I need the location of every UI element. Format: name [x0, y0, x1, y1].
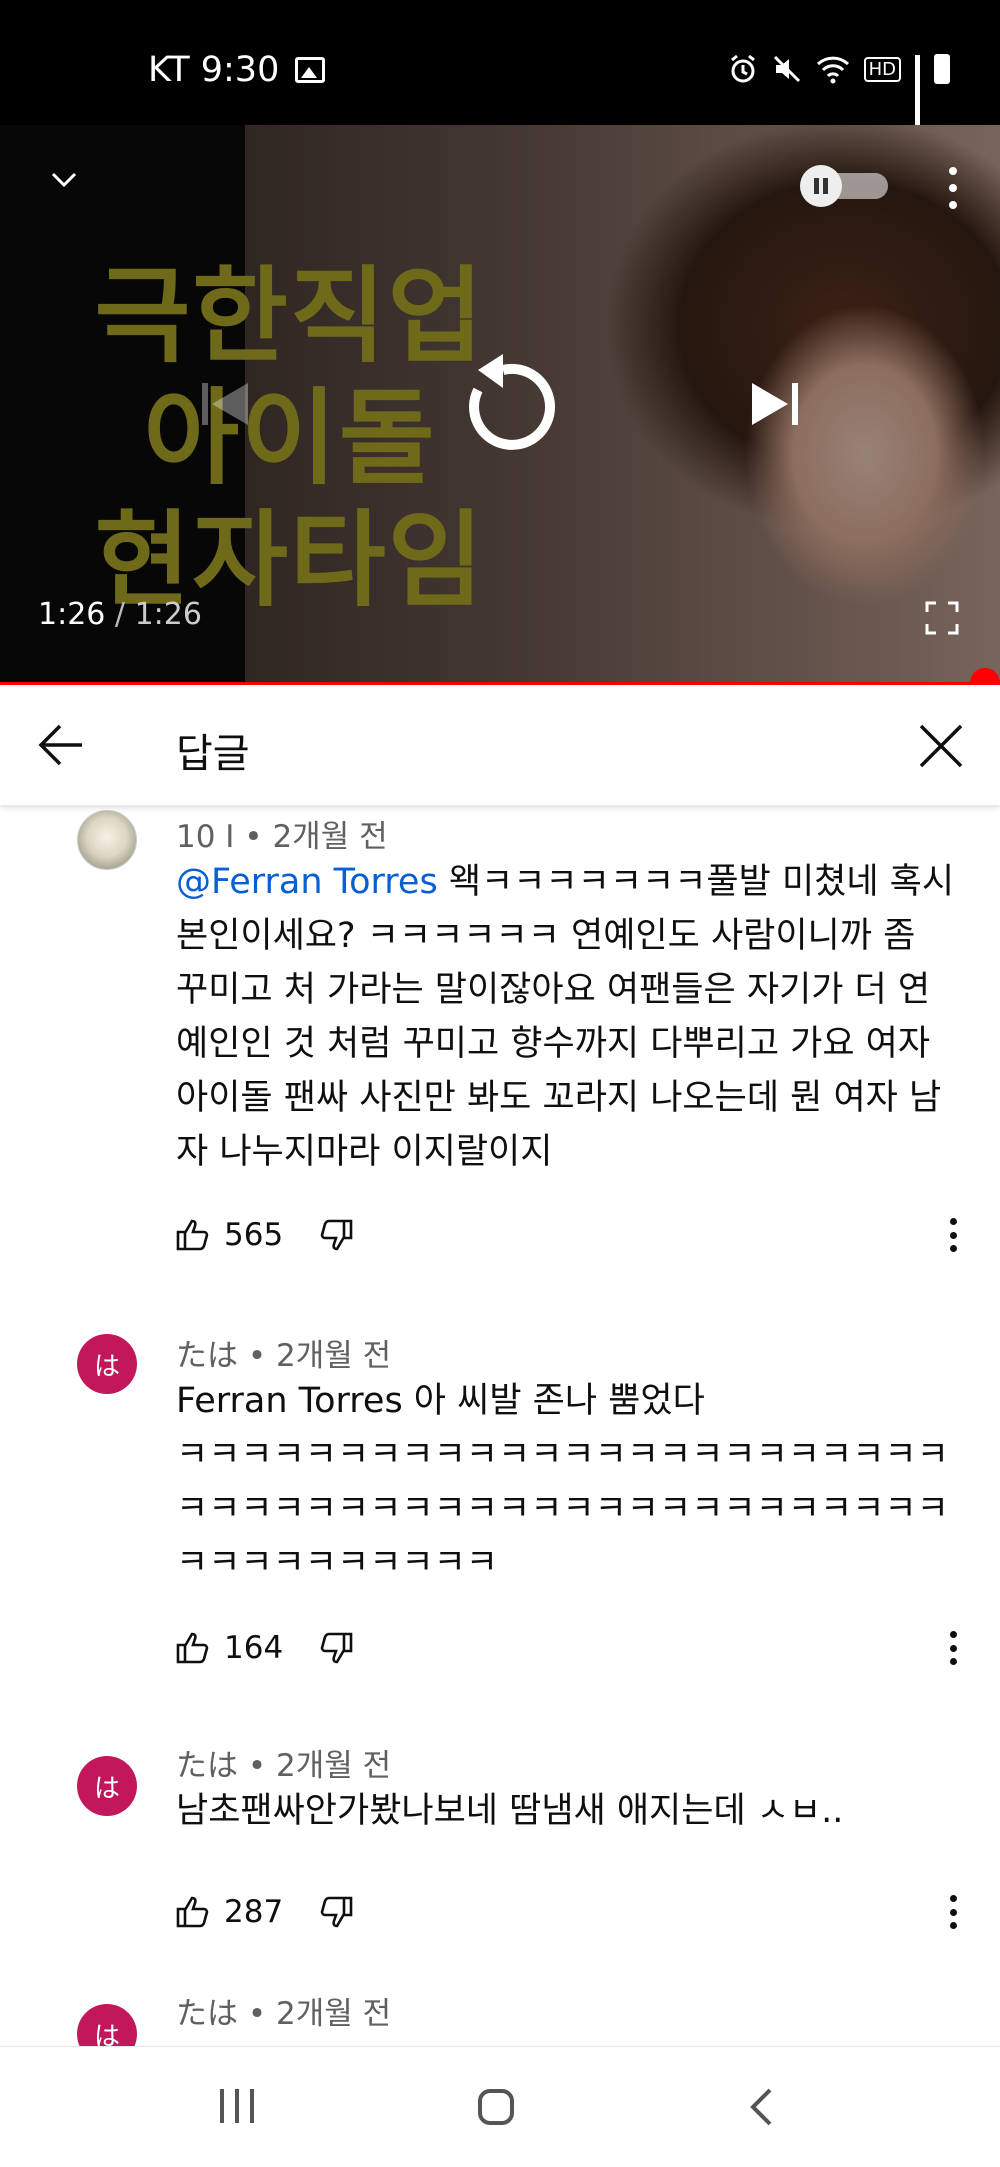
comment-actions: 164: [176, 1630, 353, 1666]
duration: 1:26: [134, 597, 202, 632]
replay-icon[interactable]: [448, 350, 558, 460]
comment-meta: たは • 2개월 전: [176, 1338, 392, 1374]
fullscreen-icon[interactable]: [925, 601, 959, 635]
comment-actions: 287: [176, 1894, 353, 1930]
comment-text: Ferran Torres 아 씨발 존나 뿜었다 ㅋㅋㅋㅋㅋㅋㅋㅋㅋㅋㅋㅋㅋㅋ…: [176, 1381, 949, 1583]
like-count: 565: [224, 1217, 284, 1253]
mute-icon: [773, 55, 800, 83]
comment-meta: たは • 2개월 전: [176, 1748, 392, 1784]
replies-header: 답글: [0, 685, 1000, 805]
autoplay-toggle[interactable]: [800, 165, 890, 207]
next-icon[interactable]: [748, 381, 800, 427]
comment-meta: 10 I • 2개월 전: [176, 819, 388, 855]
comment-text-content: 왝ㅋㅋㅋㅋㅋㅋㅋ풀발 미쳤네 혹시 본인이세요? ㅋㅋㅋㅋㅋㅋ 연예인도 사람이…: [176, 862, 966, 1172]
comment-age: 2개월 전: [276, 1748, 392, 1784]
like-count: 164: [224, 1630, 284, 1666]
comment-age: 2개월 전: [272, 819, 388, 855]
video-title-overlay: 극한직업 아이돌 현자타임: [80, 255, 500, 621]
pause-icon: [800, 165, 842, 207]
status-carrier-time: KT 9:30: [148, 50, 280, 90]
dislike-icon[interactable]: [319, 1632, 353, 1664]
dislike-icon[interactable]: [319, 1219, 353, 1251]
replies-title: 답글: [176, 731, 250, 777]
video-title-line-1: 극한직업: [94, 255, 486, 377]
system-nav-bar: [0, 2046, 1000, 2167]
previous-icon[interactable]: [200, 381, 252, 427]
comment-more-icon[interactable]: [950, 1895, 958, 1929]
video-more-icon[interactable]: [948, 167, 958, 209]
hd-icon: HD: [863, 56, 901, 82]
comment-meta: たは • 2개월 전: [176, 1996, 392, 2032]
recent-apps-icon[interactable]: [220, 2089, 254, 2123]
avatar[interactable]: は: [77, 1334, 137, 1394]
video-title-line-2: 아이돌: [143, 377, 437, 499]
home-icon[interactable]: [478, 2089, 514, 2125]
signal-icon: [915, 55, 920, 125]
dislike-icon[interactable]: [319, 1896, 353, 1928]
comment-age: 2개월 전: [276, 1996, 392, 2032]
current-time: 1:26: [38, 597, 106, 632]
comment-more-icon[interactable]: [950, 1218, 958, 1252]
comment-author[interactable]: 10 I: [176, 819, 234, 855]
like-icon[interactable]: [176, 1219, 210, 1251]
avatar[interactable]: [77, 810, 137, 870]
back-nav-icon[interactable]: [748, 2087, 774, 2127]
like-icon[interactable]: [176, 1896, 210, 1928]
collapse-chevron-icon[interactable]: [50, 165, 78, 193]
video-player[interactable]: 극한직업 아이돌 현자타임 1:26 / 1:26: [0, 125, 1000, 685]
battery-icon: [934, 54, 950, 84]
comment-more-icon[interactable]: [950, 1631, 958, 1665]
like-count: 287: [224, 1894, 284, 1930]
status-bar: KT 9:30 HD: [0, 0, 1000, 125]
comment-author[interactable]: たは: [176, 1338, 238, 1374]
comment-text: 남초팬싸안가봤나보네 땀냄새 애지는데 ㅅㅂ..: [176, 1791, 844, 1831]
close-icon[interactable]: [918, 723, 964, 769]
avatar[interactable]: は: [77, 1756, 137, 1816]
back-arrow-icon[interactable]: [38, 723, 84, 767]
like-icon[interactable]: [176, 1632, 210, 1664]
comment-author[interactable]: たは: [176, 1996, 238, 2032]
alarm-icon: [730, 54, 755, 83]
comment-author[interactable]: たは: [176, 1748, 238, 1784]
wifi-icon: [816, 56, 849, 84]
comment-age: 2개월 전: [276, 1338, 392, 1374]
time-display: 1:26 / 1:26: [38, 597, 202, 632]
comment-text: @Ferran Torres 왝ㅋㅋㅋㅋㅋㅋㅋ풀발 미쳤네 혹시 본인이세요? …: [176, 855, 956, 1179]
mention-link[interactable]: @Ferran Torres: [176, 862, 438, 902]
comment-actions: 565: [176, 1217, 353, 1253]
image-icon: [295, 57, 326, 83]
